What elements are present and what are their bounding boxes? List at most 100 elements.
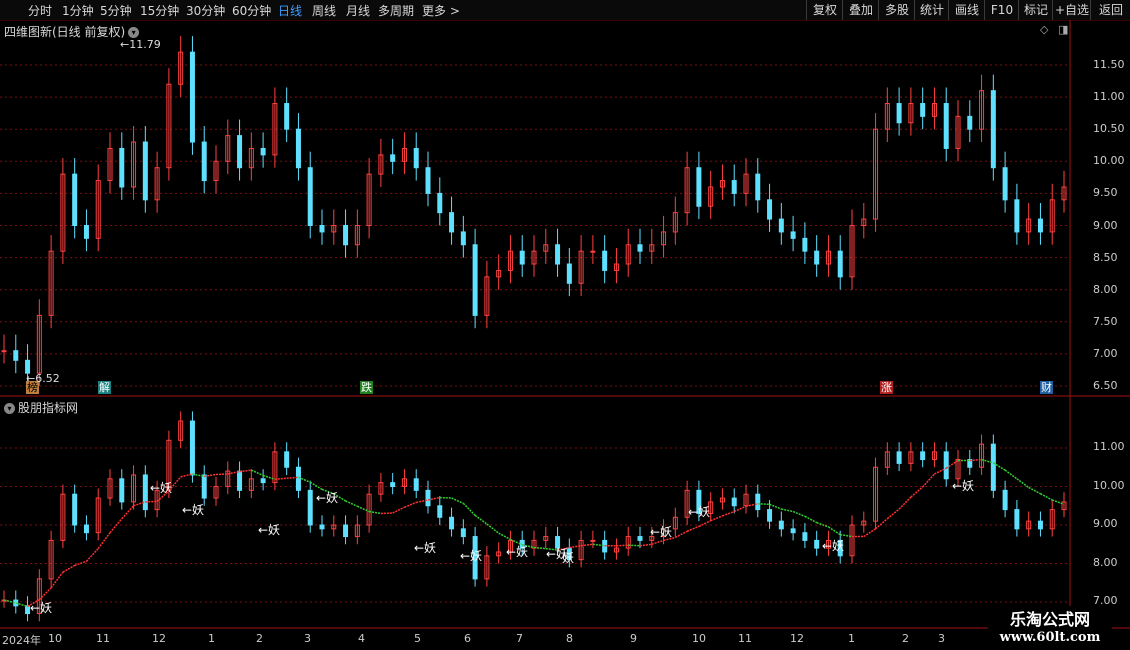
ma-line: [969, 458, 982, 462]
y-tick-label: 11.00: [1093, 440, 1125, 453]
candle-body: [967, 115, 973, 130]
ma-line: [651, 539, 664, 545]
candle-body: [790, 231, 796, 239]
indicator-body: [920, 451, 926, 461]
ma-line: [922, 473, 936, 488]
indicator-body: [142, 474, 148, 511]
indicator-body: [460, 528, 466, 538]
indicator-body: [943, 451, 949, 480]
indicator-body: [1014, 509, 1020, 530]
candle-body: [119, 147, 125, 188]
candle-body: [837, 250, 843, 278]
watermark: 乐淘公式网 www.60lt.com: [988, 606, 1112, 646]
yao-signal-label: ←妖: [30, 601, 52, 615]
yao-signal-label: ←妖: [182, 503, 204, 517]
candle-body: [460, 231, 466, 246]
indicator-body: [790, 528, 796, 534]
yao-signal-label: ←妖: [952, 479, 974, 493]
indicator-body: [390, 482, 396, 487]
x-tick-label: 4: [358, 632, 365, 645]
candle-body: [519, 250, 525, 265]
ma-line: [733, 505, 747, 513]
ma-line: [62, 564, 76, 573]
indicator-body: [990, 443, 996, 491]
ma-line: [804, 515, 818, 524]
ma-line: [886, 508, 900, 520]
candle-body: [555, 244, 561, 265]
ma-line: [109, 518, 123, 534]
event-marker[interactable]: 跌: [360, 381, 373, 394]
low-price-label: ←6.52: [26, 372, 60, 385]
indicator-body: [343, 524, 349, 538]
indicator-body: [437, 505, 443, 518]
indicator-body: [778, 520, 784, 530]
y-tick-label: 8.50: [1093, 250, 1118, 264]
x-tick-label: 1: [848, 632, 855, 645]
y-tick-label: 9.50: [1093, 186, 1118, 200]
x-tick-label: 2: [256, 632, 263, 645]
candle-body: [590, 250, 596, 253]
candle-body: [696, 167, 702, 207]
y-tick-label: 10.50: [1093, 122, 1125, 136]
indicator-body: [119, 478, 125, 503]
indicator-body: [72, 493, 78, 526]
y-tick-label: 8.00: [1093, 555, 1118, 569]
x-tick-label: 1: [208, 632, 215, 645]
ma-line: [345, 500, 358, 507]
candle-body: [295, 128, 301, 169]
event-marker[interactable]: 涨: [880, 381, 893, 394]
x-tick-label: 10: [692, 632, 706, 645]
watermark-url: www.60lt.com: [999, 630, 1101, 645]
x-tick-label: 11: [738, 632, 752, 645]
candle-body: [319, 225, 325, 233]
candle-body: [343, 225, 349, 246]
y-tick-label: 11.50: [1093, 58, 1125, 71]
ma-line: [639, 543, 652, 547]
ma-line: [474, 514, 488, 525]
candle-body: [566, 263, 572, 284]
x-tick-label: 8: [566, 632, 573, 645]
candle-body: [755, 173, 761, 201]
ma-line: [85, 548, 99, 562]
yao-signal-label: ←妖: [688, 505, 710, 519]
yao-signal-label: ←妖: [258, 523, 280, 537]
candle-body: [449, 212, 455, 233]
ma-line: [533, 546, 546, 550]
indicator-body: [731, 497, 737, 507]
watermark-title: 乐淘公式网: [1009, 610, 1090, 629]
x-tick-label: 5: [414, 632, 421, 645]
ma-line: [722, 510, 735, 517]
candle-body: [602, 250, 608, 271]
candle-body: [142, 141, 148, 201]
event-marker[interactable]: 解: [98, 381, 111, 394]
ma-line: [898, 496, 912, 510]
ma-line: [781, 508, 794, 513]
x-tick-label: 11: [96, 632, 110, 645]
x-tick-label: 9: [630, 632, 637, 645]
candle-body: [237, 135, 243, 169]
candle-body: [201, 141, 207, 182]
ma-line: [792, 510, 806, 518]
x-tick-label: 3: [938, 632, 945, 645]
candle-body: [260, 147, 266, 156]
candle-body: [731, 180, 737, 194]
ma-line: [251, 469, 264, 477]
yao-signal-label: ←妖: [822, 539, 844, 553]
candle-body: [1014, 199, 1020, 233]
candle-body: [390, 154, 396, 162]
yao-signal-label: ←妖: [150, 481, 172, 495]
candle-body: [896, 103, 902, 124]
y-tick-label: 11.00: [1093, 90, 1125, 104]
candle-body: [72, 173, 78, 226]
ma-line: [863, 528, 876, 538]
indicator-body: [260, 478, 266, 484]
event-marker[interactable]: 财: [1040, 381, 1053, 394]
ma-line: [286, 476, 299, 480]
x-tick-label: 3: [304, 632, 311, 645]
ma-line: [710, 515, 723, 522]
chart-canvas[interactable]: ←妖←妖←妖←妖←妖←妖←妖 ←妖 ←妖←妖←妖←妖←妖妖: [0, 0, 1130, 650]
ma-line: [1004, 469, 1018, 480]
yao-signal-label: ←妖: [460, 549, 482, 563]
y-tick-label: 7.50: [1093, 314, 1118, 328]
candle-body: [637, 244, 643, 252]
